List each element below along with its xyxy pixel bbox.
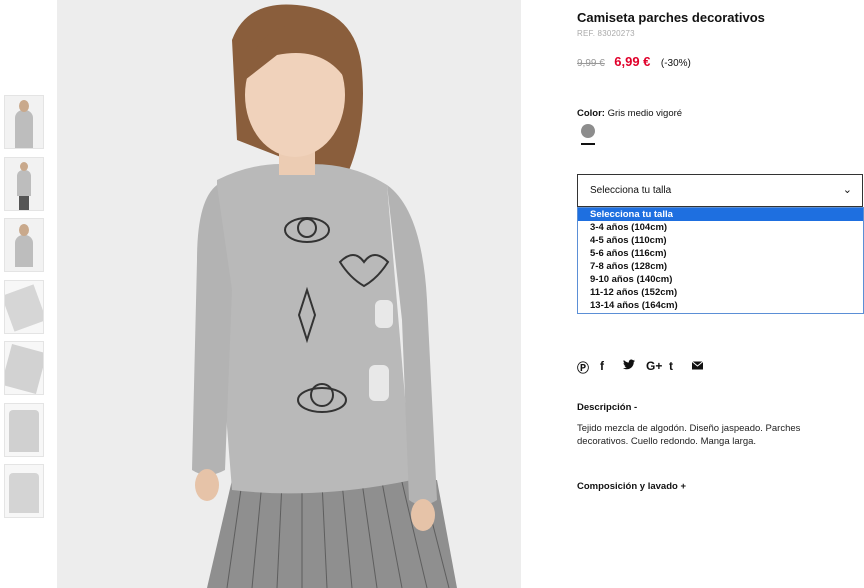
size-dropdown-list: Selecciona tu talla 3-4 años (104cm) 4-5… <box>577 207 864 314</box>
thumbnail-strip <box>4 95 46 526</box>
tumblr-icon[interactable]: t <box>669 359 692 376</box>
thumbnail-3[interactable] <box>4 218 44 272</box>
thumbnail-2[interactable] <box>4 156 44 211</box>
twitter-icon[interactable] <box>623 359 646 376</box>
thumbnail-4[interactable] <box>4 279 44 334</box>
discount-label: (-30%) <box>660 58 691 69</box>
size-option[interactable]: 5-6 años (116cm) <box>578 247 863 260</box>
color-label: Color: <box>577 108 605 119</box>
size-option[interactable]: 4-5 años (110cm) <box>578 234 863 247</box>
price-row: 9,99 € 6,99 € (-30%) <box>577 53 691 71</box>
product-ref: REF. 83020273 <box>577 29 635 38</box>
size-option[interactable]: 11-12 años (152cm) <box>578 286 863 299</box>
product-main-image <box>57 0 521 588</box>
thumbnail-1[interactable] <box>4 95 44 149</box>
size-option[interactable]: 7-8 años (128cm) <box>578 260 863 273</box>
swatch-selected-indicator <box>581 143 595 145</box>
pinterest-icon[interactable]: Ⓟ <box>577 359 600 376</box>
thumbnail-6[interactable] <box>4 402 44 457</box>
size-option[interactable]: 3-4 años (104cm) <box>578 221 863 234</box>
sale-price: 6,99 € <box>614 54 651 69</box>
google-plus-icon[interactable]: G+ <box>646 359 669 376</box>
composition-heading[interactable]: Composición y lavado + <box>577 481 686 492</box>
thumbnail-7[interactable] <box>4 464 44 518</box>
size-option[interactable]: 13-14 años (164cm) <box>578 299 863 312</box>
color-value: Gris medio vigoré <box>607 108 683 119</box>
size-option[interactable]: 9-10 años (140cm) <box>578 273 863 286</box>
chevron-down-icon: ⌄ <box>842 184 852 196</box>
thumbnail-5[interactable] <box>4 341 44 395</box>
description-heading[interactable]: Descripción - <box>577 402 637 413</box>
color-row: Color: Gris medio vigoré <box>577 108 682 119</box>
facebook-icon[interactable]: f <box>600 359 623 376</box>
email-icon[interactable] <box>691 359 715 376</box>
size-select[interactable]: Selecciona tu talla ⌄ <box>577 174 863 207</box>
model-photo <box>57 0 521 588</box>
product-title: Camiseta parches decorativos <box>577 10 765 25</box>
old-price: 9,99 € <box>577 58 605 69</box>
share-bar: Ⓟ f G+ t <box>577 359 715 376</box>
description-text: Tejido mezcla de algodón. Diseño jaspead… <box>577 423 801 447</box>
color-swatch[interactable] <box>581 124 595 138</box>
size-option[interactable]: Selecciona tu talla <box>578 208 863 221</box>
size-select-value: Selecciona tu talla <box>590 185 672 196</box>
